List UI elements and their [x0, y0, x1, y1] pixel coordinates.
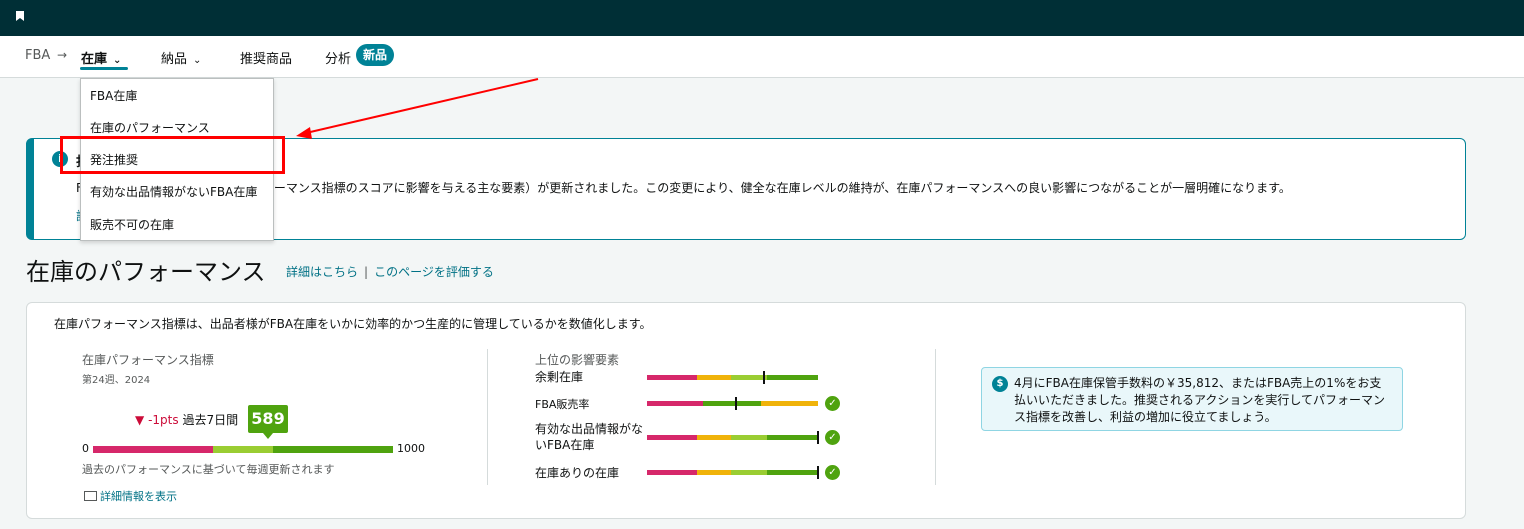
seg: [697, 470, 731, 475]
heading-links: 詳細はこちら | このページを評価する: [286, 263, 494, 280]
factor-label-sell-through: FBA販売率: [535, 398, 590, 411]
ipi-score-bar: [93, 446, 393, 453]
nav-inventory[interactable]: 在庫 ⌄: [81, 48, 121, 67]
details-link[interactable]: 詳細はこちら: [286, 265, 358, 279]
factor-marker-sell-through: [735, 397, 737, 410]
ipi-change: ▼ -1pts 過去7日間: [135, 411, 238, 428]
factor-marker-in-stock: [817, 466, 819, 479]
card-description: 在庫パフォーマンス指標は、出品者様がFBA在庫をいかに効率的かつ生産的に管理して…: [54, 317, 652, 331]
chevron-down-icon: ⌄: [193, 55, 202, 66]
seg: [761, 401, 818, 406]
breadcrumb-arrow-icon: →: [57, 48, 68, 62]
breadcrumb-fba[interactable]: FBA: [25, 48, 50, 63]
bookmark-icon[interactable]: [16, 11, 24, 21]
ipi-week: 第24週、2024: [82, 375, 151, 386]
check-icon: ✓: [825, 465, 840, 480]
seg: [703, 401, 761, 406]
dollar-coin-icon: $: [992, 376, 1008, 392]
annotation-highlight-box: [60, 136, 285, 174]
menu-item-stranded-inventory[interactable]: 有効な出品情報がないFBA在庫: [90, 183, 257, 200]
seg: [731, 435, 767, 440]
seg: [767, 470, 818, 475]
navigation-bar: FBA → 在庫 ⌄ 納品 ⌄ 推奨商品 分析 新品: [0, 36, 1524, 78]
ipi-label: 在庫パフォーマンス指標: [82, 353, 214, 367]
fee-tip-message: 4月にFBA在庫保管手数料の￥35,812、またはFBA売上の1%をお支払いいた…: [1014, 376, 1386, 424]
ipi-score-badge: 589: [248, 405, 288, 439]
show-details-label: 詳細情報を表示: [100, 490, 177, 503]
check-icon: ✓: [825, 430, 840, 445]
seg: [767, 375, 818, 380]
factor-label-excess: 余剰在庫: [535, 370, 584, 384]
factor-label-stranded: 有効な出品情報がないFBA在庫: [535, 422, 644, 452]
chevron-down-icon: ⌄: [113, 55, 122, 66]
performance-card: 在庫パフォーマンス指標は、出品者様がFBA在庫をいかに効率的かつ生産的に管理して…: [26, 302, 1466, 519]
ipi-update-note: 過去のパフォーマンスに基づいて毎週更新されます: [82, 463, 335, 476]
new-badge: 新品: [356, 44, 395, 66]
seg: [647, 401, 703, 406]
nav-active-underline: [80, 67, 128, 70]
seg: [647, 375, 697, 380]
nav-shipments[interactable]: 納品 ⌄: [161, 48, 201, 67]
ipi-change-period: 過去7日間: [182, 413, 239, 427]
top-bar: [0, 0, 1524, 36]
bar-segment-green: [273, 446, 393, 453]
triangle-down-icon: ▼: [135, 413, 145, 427]
show-details-link[interactable]: 詳細情報を表示: [84, 488, 177, 504]
nav-inventory-label: 在庫: [81, 52, 108, 67]
seg: [731, 470, 767, 475]
banner-text-tail: ォーマンス指標のスコアに影響を与える主な要素）が更新されました。この変更により、…: [261, 181, 1291, 195]
ipi-bar-min: 0: [82, 442, 89, 455]
menu-item-unfulfillable-inventory[interactable]: 販売不可の在庫: [90, 216, 174, 233]
menu-item-inventory-performance[interactable]: 在庫のパフォーマンス: [90, 119, 210, 136]
factor-label-in-stock: 在庫ありの在庫: [535, 466, 620, 480]
bar-segment-red: [93, 446, 213, 453]
factor-bar-in-stock: [647, 470, 818, 475]
bar-segment-lightgreen: [213, 446, 273, 453]
nav-recommended[interactable]: 推奨商品: [240, 48, 292, 67]
factors-title: 上位の影響要素: [535, 353, 620, 367]
nav-shipments-label: 納品: [161, 52, 188, 67]
rate-page-link[interactable]: このページを評価する: [374, 265, 494, 279]
page-title: 在庫のパフォーマンス: [26, 258, 266, 286]
seg: [647, 435, 697, 440]
ipi-bar-max: 1000: [397, 442, 425, 455]
factor-bar-sell-through: [647, 401, 818, 406]
seg: [767, 435, 818, 440]
factor-marker-excess: [763, 371, 765, 384]
seg: [647, 470, 697, 475]
factor-bar-excess: [647, 375, 818, 380]
factor-marker-stranded: [817, 431, 819, 444]
fee-tip-box: $ 4月にFBA在庫保管手数料の￥35,812、またはFBA売上の1%をお支払い…: [981, 367, 1403, 431]
seg: [697, 435, 731, 440]
nav-analytics[interactable]: 分析: [325, 48, 351, 67]
seg: [731, 375, 767, 380]
link-separator: |: [364, 265, 369, 279]
check-icon: ✓: [825, 396, 840, 411]
panel-icon: [84, 491, 97, 501]
ipi-change-value: -1pts: [148, 413, 179, 427]
seg: [697, 375, 731, 380]
divider: [487, 349, 488, 485]
menu-item-fba-inventory[interactable]: FBA在庫: [90, 87, 137, 104]
divider: [935, 349, 936, 485]
factor-bar-stranded: [647, 435, 818, 440]
